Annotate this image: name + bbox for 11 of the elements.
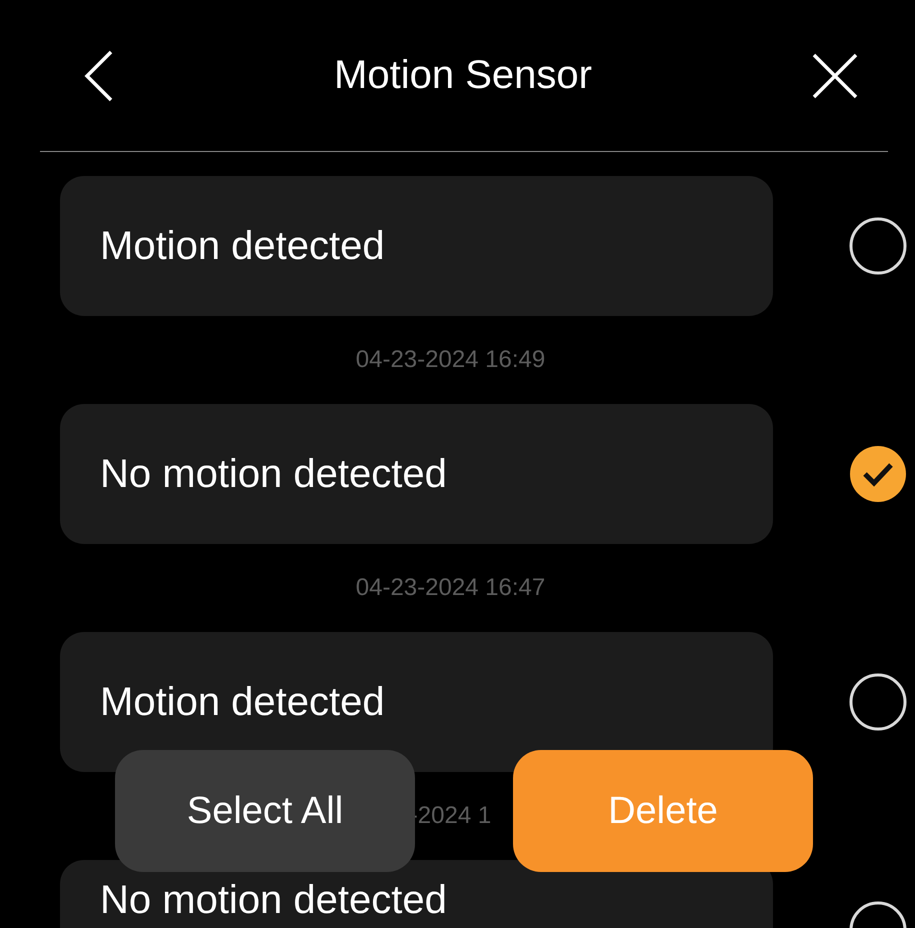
screen-title: Motion Sensor	[334, 53, 592, 98]
radio-icon[interactable]	[849, 217, 907, 275]
checked-radio-icon[interactable]	[849, 445, 907, 503]
close-icon[interactable]	[812, 52, 858, 98]
select-all-button[interactable]: Select All	[115, 750, 415, 872]
radio-icon[interactable]	[849, 673, 907, 731]
event-timestamp: 04-23-2024 16:47	[356, 574, 546, 602]
event-timestamp: 04-23-2024 16:49	[356, 346, 546, 374]
back-icon[interactable]	[84, 50, 114, 102]
event-card[interactable]: Motion detected	[60, 176, 773, 316]
event-card[interactable]: No motion detected	[60, 404, 773, 544]
